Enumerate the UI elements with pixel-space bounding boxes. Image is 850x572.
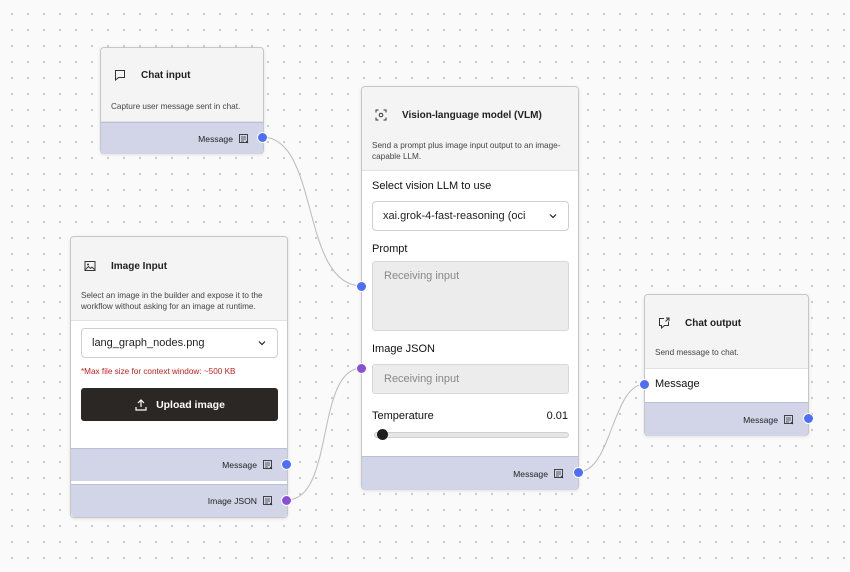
node-title: Image Input <box>111 260 168 272</box>
temperature-slider[interactable] <box>374 429 569 440</box>
message-type-icon <box>554 468 564 478</box>
image-icon <box>81 257 99 275</box>
temperature-slider-thumb[interactable] <box>376 429 388 440</box>
image-json-input-handle[interactable] <box>356 363 367 374</box>
chat-export-icon <box>655 314 673 332</box>
output-port-message[interactable]: Message <box>71 448 287 481</box>
selected-file: lang_graph_nodes.png <box>92 337 205 349</box>
node-description: Send a prompt plus image input output to… <box>372 141 561 161</box>
port-label: Message <box>743 414 778 425</box>
prompt-label: Prompt <box>372 243 408 255</box>
input-message-label: Message <box>655 378 700 390</box>
message-input-handle[interactable] <box>639 379 650 390</box>
chat-output-node[interactable]: Chat output Send message to chat. Messag… <box>639 294 814 436</box>
temperature-value: 0.01 <box>546 410 568 422</box>
prompt-input-handle[interactable] <box>356 281 367 292</box>
node-title: Chat input <box>141 69 191 81</box>
speech-bubble-icon <box>111 66 129 84</box>
port-label: Message <box>222 460 257 470</box>
image-json-field[interactable]: Receiving input <box>372 364 569 394</box>
node-title: Vision-language model (VLM) <box>402 109 542 121</box>
upload-image-label: Upload image <box>156 398 225 411</box>
output-port-message[interactable]: Message <box>362 456 578 490</box>
chat-input-node[interactable]: Chat input Capture user message sent in … <box>100 47 268 154</box>
image-json-label: Image JSON <box>372 343 435 355</box>
prompt-field[interactable]: Receiving input <box>372 261 569 331</box>
edge-vlm-to-chat-output[interactable] <box>577 383 646 473</box>
port-label: Message <box>513 468 548 479</box>
message-type-icon <box>784 414 794 424</box>
output-handle[interactable] <box>803 413 814 424</box>
model-label: Select vision LLM to use <box>372 180 492 192</box>
message-type-icon <box>263 460 273 470</box>
node-description: Send message to chat. <box>655 348 739 357</box>
edge-image-json-to-vlm[interactable] <box>286 367 363 501</box>
scan-eye-icon <box>372 106 390 124</box>
node-title: Chat output <box>685 317 742 329</box>
output-handle[interactable] <box>257 132 268 143</box>
file-size-warning: *Max file size for context window: ~500 … <box>81 367 236 376</box>
temperature-label: Temperature <box>372 410 434 422</box>
output-handle-message[interactable] <box>281 459 292 470</box>
port-label: Image JSON <box>207 496 257 506</box>
output-port-message[interactable]: Message <box>645 402 808 436</box>
chevron-down-icon <box>549 214 557 219</box>
message-type-icon <box>239 133 249 143</box>
output-handle[interactable] <box>573 467 584 478</box>
output-handle-image-json[interactable] <box>281 495 292 506</box>
node-description: Select an image in the builder and expos… <box>81 291 263 311</box>
output-port-message[interactable]: Message <box>101 122 263 154</box>
message-type-icon <box>263 496 273 506</box>
image-input-node[interactable]: Image Input Select an image in the build… <box>70 236 292 518</box>
upload-icon <box>135 398 147 411</box>
image-file-select[interactable]: lang_graph_nodes.png <box>81 328 278 358</box>
vlm-node[interactable]: Vision-language model (VLM) Send a promp… <box>356 86 584 490</box>
selected-model: xai.grok-4-fast-reasoning (oci <box>383 210 526 222</box>
chevron-down-icon <box>258 341 266 346</box>
output-port-image-json[interactable]: Image JSON <box>71 484 287 517</box>
node-description: Capture user message sent in chat. <box>111 102 241 111</box>
port-label: Message <box>198 133 233 144</box>
model-select[interactable]: xai.grok-4-fast-reasoning (oci <box>372 201 569 231</box>
upload-image-button[interactable]: Upload image <box>81 388 278 421</box>
